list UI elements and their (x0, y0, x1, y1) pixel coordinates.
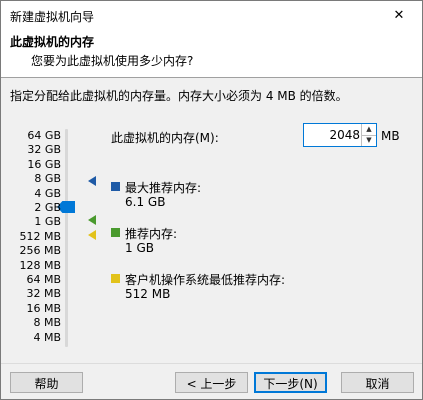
min-recommended-label: 客户机操作系统最低推荐内存: (125, 273, 286, 287)
window-title: 新建虚拟机向导 (10, 10, 95, 24)
slider-tick-label: 32 MB (26, 287, 61, 300)
memory-input[interactable] (304, 124, 362, 146)
close-icon[interactable]: ✕ (376, 1, 422, 31)
recommended-marker-icon (88, 215, 96, 225)
max-recommended-value: 6.1 GB (125, 195, 166, 209)
help-button[interactable]: 帮助 (10, 372, 83, 393)
wizard-window: 新建虚拟机向导 ✕ 此虚拟机的内存 您要为此虚拟机使用多少内存? 指定分配给此虚… (0, 0, 423, 400)
slider-tick-label: 1 GB (34, 215, 61, 228)
slider-tick-label: 128 MB (19, 259, 61, 272)
memory-label: 此虚拟机的内存(M): (111, 131, 219, 145)
slider-tick-label: 4 MB (33, 331, 61, 344)
cancel-button[interactable]: 取消 (341, 372, 414, 393)
slider-tick-label: 64 MB (26, 273, 61, 286)
slider-tick-label: 2 GB (34, 201, 61, 214)
button-bar: 帮助 < 上一步(B) 下一步(N) > 取消 (1, 363, 422, 399)
memory-unit: MB (381, 129, 400, 143)
slider-track[interactable] (65, 129, 68, 347)
slider-tick-label: 64 GB (27, 129, 61, 142)
slider-tick-label: 16 MB (26, 302, 61, 315)
min-recommended-value: 512 MB (125, 287, 171, 301)
min-recommended-marker-icon (88, 230, 96, 240)
slider-tick-label: 8 GB (34, 172, 61, 185)
max-recommended-marker-icon (88, 176, 96, 186)
recommended-legend-square-icon (111, 228, 120, 237)
page-title: 此虚拟机的内存 (10, 35, 95, 49)
stepper-down-icon[interactable]: ▼ (362, 135, 376, 146)
title-bar: 新建虚拟机向导 ✕ (1, 1, 422, 31)
memory-stepper[interactable]: ▲ ▼ (303, 123, 377, 147)
slider-tick-label: 512 MB (19, 230, 61, 243)
back-button[interactable]: < 上一步(B) (175, 372, 248, 399)
slider-tick-label: 8 MB (33, 316, 61, 329)
description-text: 指定分配给此虚拟机的内存量。内存大小必须为 4 MB 的倍数。 (10, 89, 348, 103)
recommended-label: 推荐内存: (125, 227, 178, 241)
slider-tick-label: 16 GB (27, 158, 61, 171)
wizard-header: 此虚拟机的内存 您要为此虚拟机使用多少内存? (1, 31, 422, 78)
slider-tick-label: 4 GB (34, 187, 61, 200)
page-subtitle: 您要为此虚拟机使用多少内存? (31, 54, 194, 68)
next-button[interactable]: 下一步(N) > (254, 372, 327, 399)
max-recommended-label: 最大推荐内存: (125, 181, 202, 195)
stepper-buttons[interactable]: ▲ ▼ (361, 124, 376, 146)
slider-tick-label: 256 MB (19, 244, 61, 257)
memory-slider[interactable]: 64 GB 32 GB 16 GB 8 GB 4 GB 2 GB 1 GB 512 MB 256… (1, 125, 101, 355)
min-legend-square-icon (111, 274, 120, 283)
recommended-value: 1 GB (125, 241, 154, 255)
slider-tick-label: 32 GB (27, 143, 61, 156)
max-legend-square-icon (111, 182, 120, 191)
